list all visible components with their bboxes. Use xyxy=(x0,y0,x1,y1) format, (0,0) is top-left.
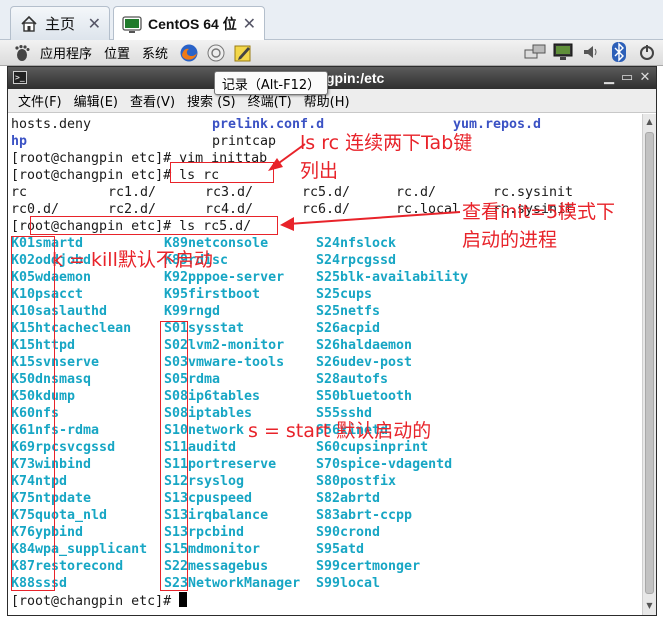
file-hosts-deny: hosts.deny xyxy=(11,117,92,132)
service-entry: S70spice-vdagentd xyxy=(316,457,453,472)
bluetooth-icon[interactable] xyxy=(607,41,631,63)
annotation-kill: k = kill默认不启动 xyxy=(52,249,213,271)
window-titlebar[interactable]: >_ gpin:/etc ▁ ▭ ✕ xyxy=(8,67,656,89)
rc-entry: rc xyxy=(11,185,28,200)
home-icon xyxy=(19,14,39,34)
network-icon[interactable] xyxy=(523,41,547,63)
service-entry: S24nfslock xyxy=(316,236,397,251)
power-icon[interactable] xyxy=(635,41,659,63)
service-entry: S24rpcgssd xyxy=(316,253,397,268)
taskbar-tooltip: 记录（Alt-F12） xyxy=(214,71,328,95)
service-entry: S80postfix xyxy=(316,474,397,489)
service-entry: S25cups xyxy=(316,287,373,302)
scroll-thumb[interactable] xyxy=(645,132,654,594)
service-entry: S95atd xyxy=(316,542,365,557)
terminal-scrollbar[interactable]: ▲ ▼ xyxy=(642,114,656,615)
tab-vm-close-icon[interactable]: ✕ xyxy=(243,14,256,33)
menu-edit[interactable]: 编辑(E) xyxy=(68,91,124,110)
menu-system[interactable]: 系统 xyxy=(136,43,174,62)
scroll-down-icon[interactable]: ▼ xyxy=(645,601,654,610)
highlight-box-ls-rc xyxy=(170,162,274,183)
service-entry: S26acpid xyxy=(316,321,381,336)
volume-icon[interactable] xyxy=(579,41,603,63)
rc-entry: rc.sysinit xyxy=(493,185,574,200)
text-cursor xyxy=(179,592,188,607)
tab-vm-label: CentOS 64 位 xyxy=(148,16,237,32)
service-entry: K95firstboot xyxy=(164,287,261,302)
tab-vm[interactable]: CentOS 64 位 ✕ xyxy=(113,6,265,41)
tab-home-label: 主页 xyxy=(45,16,76,33)
window-title: gpin:/etc xyxy=(326,70,385,86)
system-tray xyxy=(519,41,659,63)
vm-icon xyxy=(122,14,142,34)
prompt-text: [root@changpin etc]# xyxy=(11,594,172,609)
service-entry: K99rngd xyxy=(164,304,221,319)
rc-entry: rc.d/ xyxy=(396,185,437,200)
rc-entry: rc.local xyxy=(396,202,461,217)
service-entry: S26udev-post xyxy=(316,355,413,370)
close-icon[interactable]: ✕ xyxy=(636,69,654,87)
scroll-up-icon[interactable]: ▲ xyxy=(645,117,654,126)
terminal-prompt[interactable]: [root@changpin etc]# xyxy=(11,592,188,609)
service-entry: S83abrt-ccpp xyxy=(316,508,413,523)
service-entry: S28autofs xyxy=(316,372,389,387)
service-entry: S50bluetooth xyxy=(316,389,413,404)
rc-entry: rc6.d/ xyxy=(302,202,351,217)
file-printcap: printcap xyxy=(212,134,277,149)
service-entry: S82abrtd xyxy=(316,491,381,506)
terminal-output[interactable]: hosts.deny prelink.conf.d yum.repos.d hp pr… xyxy=(8,114,642,615)
annotation-ls-rc-2: 列出 xyxy=(300,160,339,182)
highlight-box-s-prefix xyxy=(160,321,188,591)
highlight-box-k-prefix xyxy=(11,236,55,591)
terminal-icon: >_ xyxy=(13,71,27,84)
service-entry: S25netfs xyxy=(316,304,381,319)
menu-places[interactable]: 位置 xyxy=(98,43,136,62)
menu-applications[interactable]: 应用程序 xyxy=(34,43,98,62)
gnome-foot-icon[interactable] xyxy=(10,42,34,64)
dir-hp: hp xyxy=(11,134,28,149)
minimize-icon[interactable]: ▁ xyxy=(600,69,618,87)
terminal-menubar: 文件(F) 编辑(E) 查看(V) 搜索 (S) 终端(T) 帮助(H) xyxy=(8,89,656,113)
tab-bar: 主页 ✕ CentOS 64 位 ✕ xyxy=(0,0,663,41)
annotation-ls-rc-1: ls rc 连续两下Tab键 xyxy=(300,132,473,154)
highlight-box-ls-rc5 xyxy=(30,216,278,235)
service-entry: S90crond xyxy=(316,525,381,540)
mail-icon[interactable] xyxy=(204,42,228,64)
annotation-init5-1: 查看init=5模式下 xyxy=(462,201,616,223)
rc-entry: rc3.d/ xyxy=(205,185,254,200)
firefox-icon[interactable] xyxy=(177,42,201,64)
service-entry: S99certmonger xyxy=(316,559,421,574)
service-entry: S25blk-availability xyxy=(316,270,469,285)
annotation-init5-2: 启动的进程 xyxy=(462,229,558,251)
menu-file[interactable]: 文件(F) xyxy=(12,91,68,110)
display-icon[interactable] xyxy=(551,41,575,63)
annotation-start: s = start 默认启动的 xyxy=(248,420,432,442)
rc-entry: rc1.d/ xyxy=(108,185,157,200)
service-entry: S26haldaemon xyxy=(316,338,413,353)
rc-entry: rc5.d/ xyxy=(302,185,351,200)
menu-view[interactable]: 查看(V) xyxy=(124,91,181,110)
maximize-icon[interactable]: ▭ xyxy=(618,69,636,87)
tab-home-close-icon[interactable]: ✕ xyxy=(88,14,101,33)
tab-home[interactable]: 主页 ✕ xyxy=(10,6,110,40)
notes-icon[interactable] xyxy=(231,42,255,64)
service-entry: S99local xyxy=(316,576,381,591)
